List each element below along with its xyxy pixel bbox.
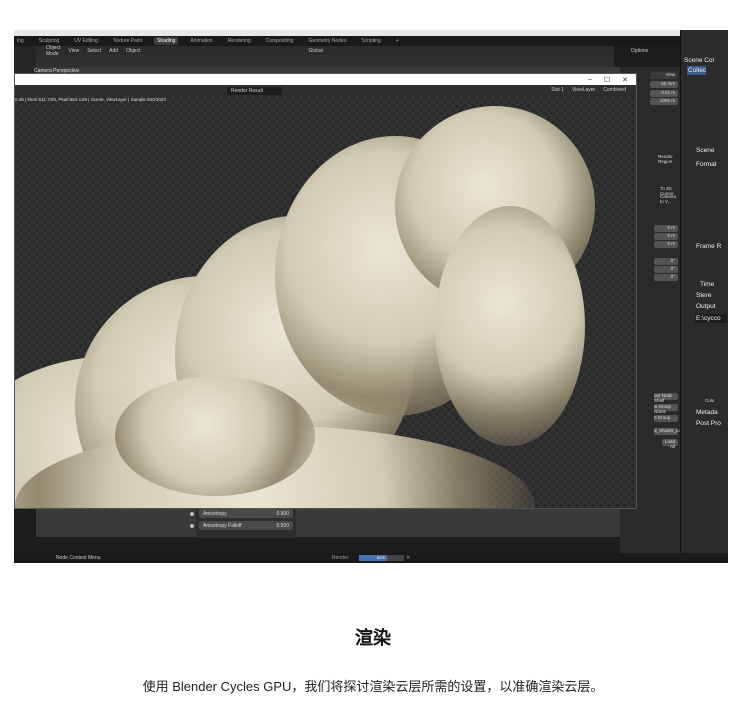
render-info: 0:48 | Mem:511.72M, Peak:654.11M | Scene…	[15, 97, 166, 102]
output-panel[interactable]: Output	[695, 302, 716, 311]
progress-fill: 62%	[359, 555, 387, 561]
loc-y[interactable]: 0 m	[654, 233, 678, 240]
clip-start-field[interactable]: 0.01 m	[650, 90, 678, 97]
menu-view[interactable]: View	[68, 48, 79, 54]
socket[interactable]	[190, 523, 194, 528]
tab-shading[interactable]: Shading	[154, 37, 179, 45]
shader-select[interactable]: d_Shader_Lo...	[654, 428, 685, 435]
image-selector[interactable]: Render Result	[227, 87, 282, 95]
socket[interactable]	[190, 511, 194, 516]
node-shelf-button[interactable]: our Node Shelf	[654, 393, 678, 403]
slot-select[interactable]: Slot 1	[551, 87, 564, 93]
tab[interactable]: ing	[14, 37, 27, 45]
scene-collection[interactable]: Scene Col	[683, 56, 714, 65]
view-layer-select[interactable]: ViewLayer	[572, 87, 595, 93]
rot-z[interactable]: 0°	[654, 274, 678, 281]
shader-node[interactable]: Anisotropy 0.900 Anisotropy Falloff 0.500	[190, 506, 296, 538]
tool-header	[36, 55, 614, 67]
cancel-render-icon[interactable]: ✕	[406, 555, 410, 561]
menu-add[interactable]: Add	[109, 48, 118, 54]
lens-field[interactable]: 50 mm	[650, 81, 678, 88]
stereo-panel[interactable]: Stere	[695, 291, 712, 300]
to-3d-cursor-checkbox[interactable]: To 3D Cursor	[660, 186, 682, 196]
tab[interactable]: Compositing	[263, 37, 297, 45]
tab[interactable]: Rendering	[225, 37, 254, 45]
properties-editor: Scene Col Collec Scene Format Frame R Ti…	[680, 30, 728, 563]
add-tab[interactable]: +	[393, 37, 402, 45]
metadata-panel[interactable]: Metada	[695, 408, 718, 417]
rot-y[interactable]: 0°	[654, 266, 678, 273]
node-row-anisotropy[interactable]: Anisotropy 0.900	[190, 509, 293, 518]
loc-z[interactable]: 0 m	[654, 241, 678, 248]
render-window-titlebar: – ☐ ✕	[15, 74, 636, 85]
image-editor-header: Render Result Slot 1 ViewLayer Combined	[15, 85, 636, 96]
camera-to-view-checkbox[interactable]: Camera to V...	[660, 194, 682, 204]
tab[interactable]: Scripting	[358, 37, 383, 45]
clip-end-field[interactable]: 1000 m	[650, 98, 678, 105]
menu-select[interactable]: Select	[87, 48, 101, 54]
render-result-image: 0:48 | Mem:511.72M, Peak:654.11M | Scene…	[15, 96, 636, 508]
menu-object[interactable]: Object	[126, 48, 140, 54]
post-processing-panel[interactable]: Post Pro	[695, 419, 721, 428]
transform-orientation[interactable]: Global	[308, 48, 322, 54]
group-button[interactable]: n Group	[654, 415, 678, 422]
time-panel[interactable]: Time	[699, 280, 714, 289]
tab[interactable]: Texture Paint	[110, 37, 145, 45]
viewport-header: Object Mode View Select Add Object Globa…	[36, 45, 648, 57]
output-path[interactable]: E:\cycco	[695, 314, 727, 323]
minimize-button[interactable]: –	[588, 76, 592, 83]
frame-range-panel[interactable]: Frame R	[695, 242, 721, 251]
color-panel[interactable]: Colo	[705, 398, 728, 405]
format-panel[interactable]: Format	[695, 160, 717, 169]
rot-x[interactable]: 0°	[654, 258, 678, 265]
node-context-menu-hint: Node Context Menu	[56, 555, 101, 561]
node-row-anisotropy-falloff[interactable]: Anisotropy Falloff 0.500	[190, 521, 293, 530]
render-label: Render	[332, 555, 349, 561]
tab[interactable]: Animation	[187, 37, 215, 45]
section-heading: 渲染	[355, 628, 391, 648]
render-region-checkbox[interactable]: Render Region	[658, 154, 680, 164]
maximize-button[interactable]: ☐	[604, 76, 610, 84]
load-all-button[interactable]: Load All	[662, 439, 678, 449]
loc-x[interactable]: 0 m	[654, 225, 678, 232]
section-body: 使用 Blender Cycles GPU，我们将探讨渲染云层所需的设置，以准确…	[142, 679, 604, 694]
pass-select[interactable]: Combined	[603, 87, 626, 93]
blender-screenshot: ing Sculpting UV Editing Texture Paint S…	[14, 30, 728, 563]
collection[interactable]: Collec	[687, 66, 707, 75]
scene-label: Scene	[696, 147, 715, 154]
tab[interactable]: UV Editing	[71, 37, 101, 45]
view-label: View	[650, 72, 678, 79]
close-button[interactable]: ✕	[622, 76, 628, 84]
workspace-tabs: ing Sculpting UV Editing Texture Paint S…	[14, 36, 728, 46]
render-window: – ☐ ✕ Render Result Slot 1 ViewLayer Com…	[14, 73, 637, 509]
group-name-button[interactable]: w Group Name	[654, 404, 678, 414]
tab[interactable]: Geometry Nodes	[306, 37, 350, 45]
render-progress-bar: 62%	[359, 555, 404, 561]
status-bar: Node Context Menu Render 62% ✕	[14, 553, 728, 563]
options-menu[interactable]: Options	[631, 48, 648, 54]
